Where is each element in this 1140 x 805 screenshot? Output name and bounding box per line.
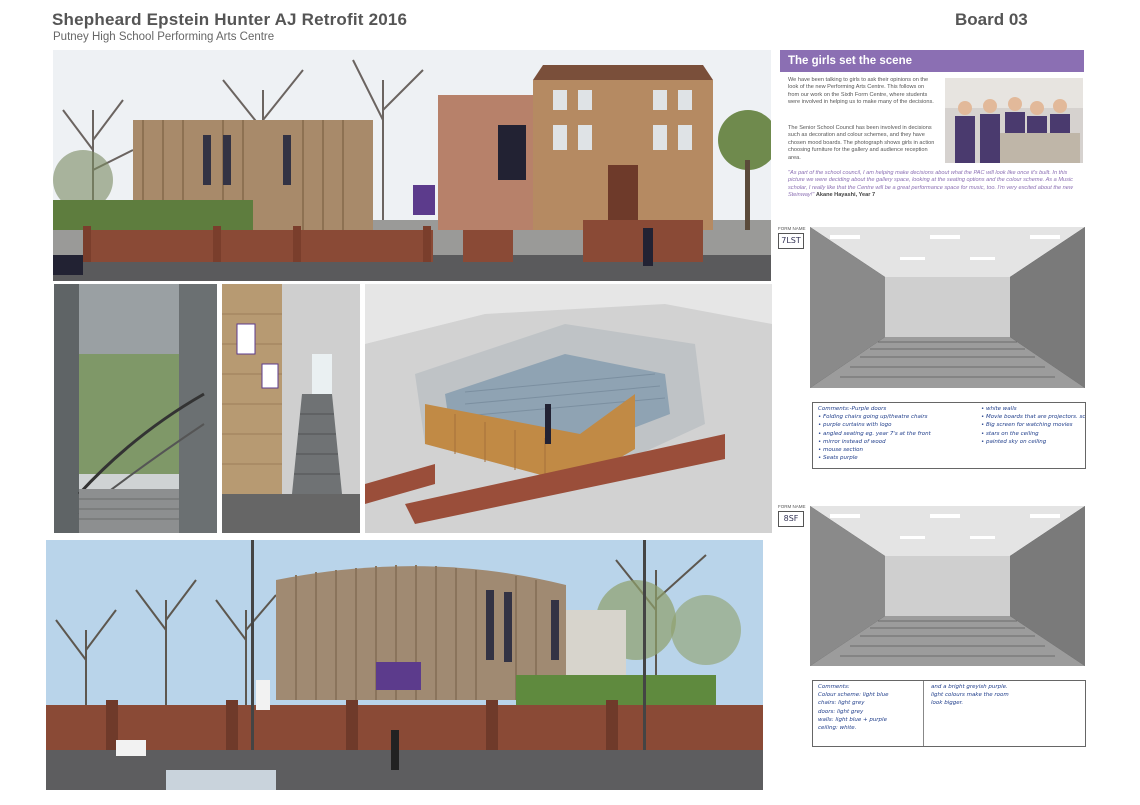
comment-line: Comments:-Purple doors: [818, 406, 887, 412]
comment-line: • stars on the ceiling: [981, 430, 1039, 437]
comment-line: Comments:: [818, 684, 850, 690]
photo-street-view-corner: [46, 540, 763, 790]
scene-paragraph-2: The Senior School Council has been invol…: [788, 125, 935, 161]
student-quote: "As part of the school council, I am hel…: [788, 170, 1083, 200]
photo-street-view-front: [53, 50, 771, 281]
comments-box-form-2: Comments: Colour scheme: light blue chai…: [812, 680, 1086, 747]
photo-staircase-external: [54, 284, 217, 533]
render-aerial-view: [365, 284, 772, 533]
comment-line: and a bright greyish purple.: [931, 684, 1008, 690]
comments-left-form-1: Comments:-Purple doors • Folding chairs …: [818, 405, 931, 462]
render-auditorium-interior: [810, 506, 1085, 666]
comments-box-form-1: Comments:-Purple doors • Folding chairs …: [812, 402, 1086, 469]
photo-staircase-internal: [222, 284, 360, 533]
comment-line: • mouse section: [818, 447, 864, 454]
comment-line: • purple curtains with logo: [818, 422, 892, 429]
comment-line: walls: light blue + purple: [818, 716, 887, 723]
render-auditorium-interior: [810, 227, 1085, 388]
quote-author: Akane Hayashi, Year 7: [815, 192, 876, 199]
comments-divider: [923, 681, 924, 746]
comment-line: chairs: light grey: [818, 700, 865, 707]
section-heading: The girls set the scene: [780, 50, 1084, 72]
comment-line: • angled seating eg. year 7's at the fro…: [818, 430, 931, 437]
comment-line: • Folding chairs going up/theatre chairs: [818, 414, 928, 421]
comment-line: Colour scheme: light blue: [818, 692, 889, 699]
board-number: Board 03: [955, 10, 1028, 29]
comment-line: • mirror instead of wood: [818, 438, 886, 445]
scene-paragraph-1: We have been talking to girls to ask the…: [788, 77, 934, 106]
page-subtitle: Putney High School Performing Arts Centr…: [53, 31, 275, 43]
comment-line: light colours make the room: [931, 692, 1009, 699]
comment-line: • white walls: [981, 406, 1017, 412]
comments-right-form-1: • white walls • Movie boards that are pr…: [981, 405, 1086, 446]
comment-line: • painted sky on ceiling: [981, 438, 1047, 445]
comments-left-form-2: Comments: Colour scheme: light blue chai…: [818, 683, 889, 732]
comment-line: ceiling: white.: [818, 725, 857, 732]
comment-line: • Big screen for watching movies: [981, 422, 1073, 429]
comments-right-form-2: and a bright greyish purple. light colou…: [931, 683, 1009, 708]
comment-line: doors: light grey: [818, 708, 864, 715]
comment-line: • Seats purple: [818, 455, 858, 462]
page-title: Shepheard Epstein Hunter AJ Retrofit 201…: [52, 10, 408, 29]
form-name-label: FORM NAME: [778, 504, 806, 509]
form-name-box: 7LST: [778, 233, 804, 249]
form-name-box: 8SF: [778, 511, 804, 527]
photo-girls-choosing-furniture: [945, 78, 1083, 163]
comment-line: look bigger.: [931, 700, 964, 707]
comment-line: • Movie boards that are projectors. scre…: [981, 414, 1086, 421]
form-name-label: FORM NAME: [778, 226, 806, 231]
